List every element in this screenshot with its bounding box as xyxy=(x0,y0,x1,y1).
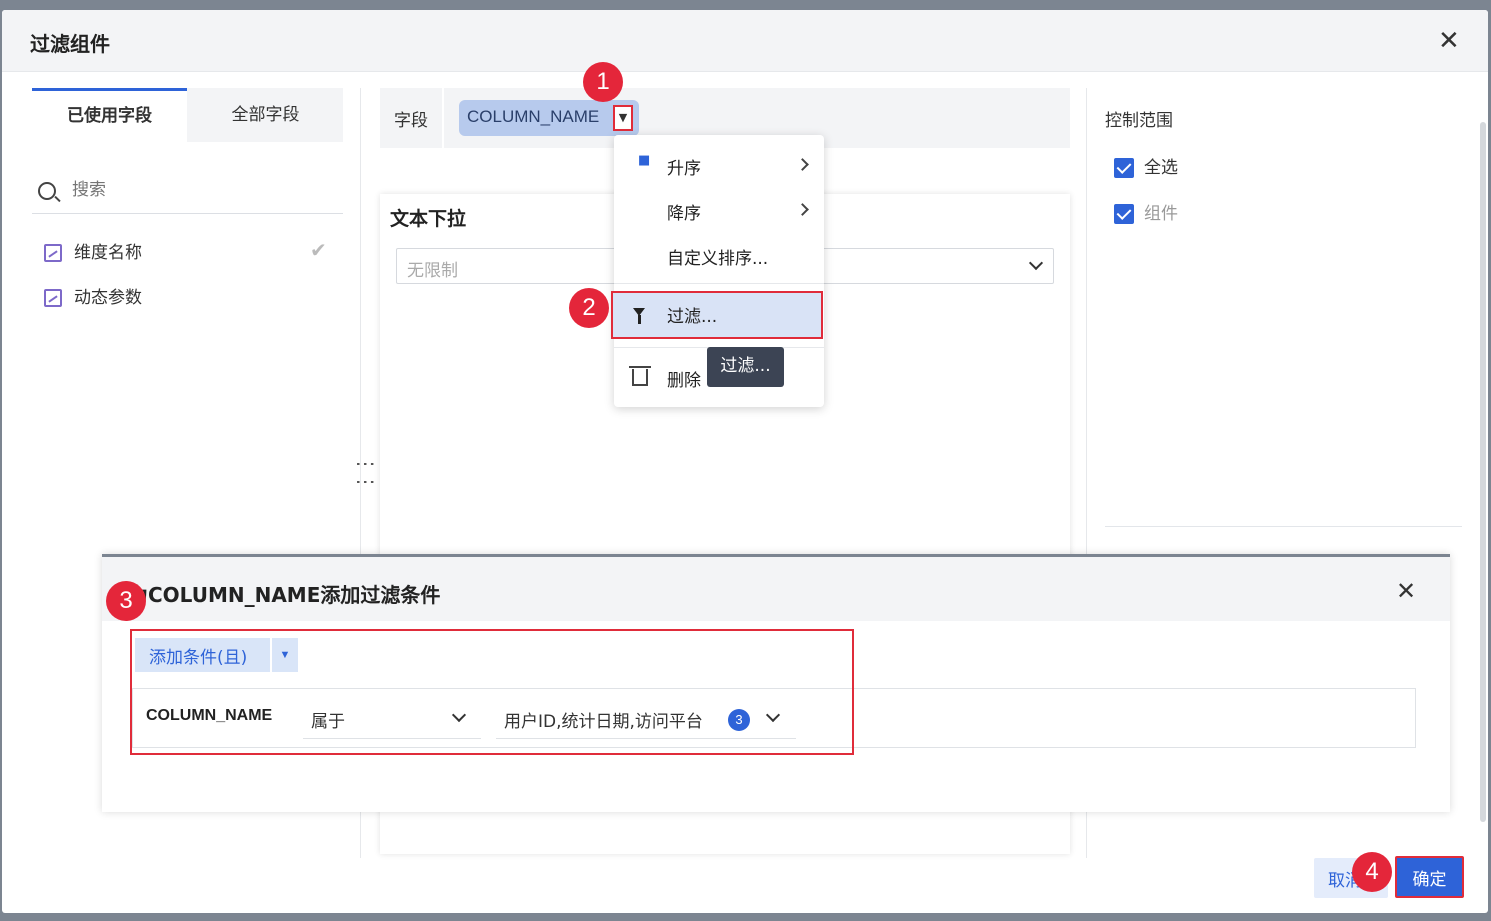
close-icon[interactable]: ✕ xyxy=(1396,579,1416,603)
step-badge-1: 1 xyxy=(583,62,623,102)
tab-used-fields[interactable]: 已使用字段 xyxy=(32,88,187,142)
field-item-parameter[interactable]: 动态参数 xyxy=(44,283,142,309)
checkbox-icon[interactable] xyxy=(1114,158,1134,178)
filter-icon xyxy=(633,308,645,324)
menu-divider xyxy=(614,283,824,284)
menu-item-label: 降序 xyxy=(667,204,701,224)
field-label: 动态参数 xyxy=(74,288,142,308)
checkbox-icon[interactable] xyxy=(1114,204,1134,224)
menu-item-ascending[interactable]: ■ 升序 xyxy=(614,145,824,185)
ok-button[interactable]: 确定 xyxy=(1395,856,1464,898)
menu-item-label: 过滤... xyxy=(667,307,718,327)
check-icon: ✔ xyxy=(310,238,327,262)
step-badge-4: 4 xyxy=(1352,852,1392,892)
field-item-dimension[interactable]: 维度名称 xyxy=(44,238,142,264)
menu-item-descending[interactable]: 降序 xyxy=(614,190,824,230)
caret-down-icon[interactable]: ▼ xyxy=(613,105,633,131)
select-placeholder: 无限制 xyxy=(407,261,458,281)
menu-item-label: 自定义排序... xyxy=(667,249,769,269)
dimension-icon xyxy=(44,244,62,262)
search-input[interactable] xyxy=(72,180,312,200)
chevron-right-icon xyxy=(796,158,809,171)
search-icon xyxy=(38,182,56,200)
chevron-down-icon xyxy=(1028,255,1044,271)
chevron-right-icon xyxy=(796,203,809,216)
close-icon[interactable]: ✕ xyxy=(1438,28,1460,54)
scrollbar[interactable] xyxy=(1480,122,1486,822)
menu-item-label: 升序 xyxy=(667,159,701,179)
checkbox-select-all[interactable]: 全选 xyxy=(1114,153,1178,178)
divider xyxy=(1105,526,1462,527)
field-chip[interactable]: COLUMN_NAME ▼ xyxy=(459,100,639,136)
checkbox-label: 全选 xyxy=(1144,158,1178,178)
dialog-title: 过滤组件 xyxy=(30,32,110,56)
filter-dialog-title: 为COLUMN_NAME添加过滤条件 xyxy=(128,583,441,607)
search-row xyxy=(32,172,343,214)
drag-handle-icon[interactable]: ⋮⋮ xyxy=(354,454,378,490)
add-filter-dialog: 为COLUMN_NAME添加过滤条件 ✕ 添加条件(且) ▼ COLUMN_NA… xyxy=(102,554,1450,812)
field-label: 维度名称 xyxy=(74,243,142,263)
menu-item-custom-sort[interactable]: 自定义排序... xyxy=(614,235,824,275)
preview-title: 文本下拉 xyxy=(390,208,467,230)
highlight-box xyxy=(130,629,854,755)
field-bar-label: 字段 xyxy=(394,111,428,131)
selected-dot-icon: ■ xyxy=(638,153,651,168)
tab-all-fields[interactable]: 全部字段 xyxy=(188,88,343,142)
divider xyxy=(442,88,444,148)
menu-item-label: 删除 xyxy=(667,371,701,391)
trash-icon xyxy=(629,366,651,386)
control-scope-title: 控制范围 xyxy=(1105,111,1173,131)
field-tabs: 已使用字段 全部字段 xyxy=(32,88,343,142)
field-chip-label: COLUMN_NAME xyxy=(467,107,600,126)
dialog-header: 过滤组件 ✕ xyxy=(2,10,1488,72)
checkbox-component[interactable]: 组件 xyxy=(1114,199,1178,224)
step-badge-3: 3 xyxy=(106,581,146,621)
filter-dialog-header: 为COLUMN_NAME添加过滤条件 ✕ xyxy=(102,554,1450,621)
menu-item-filter[interactable]: 过滤... xyxy=(611,291,823,339)
step-badge-2: 2 xyxy=(569,288,609,328)
filter-tooltip: 过滤... xyxy=(707,347,784,387)
dimension-icon xyxy=(44,289,62,307)
checkbox-label: 组件 xyxy=(1144,204,1178,224)
